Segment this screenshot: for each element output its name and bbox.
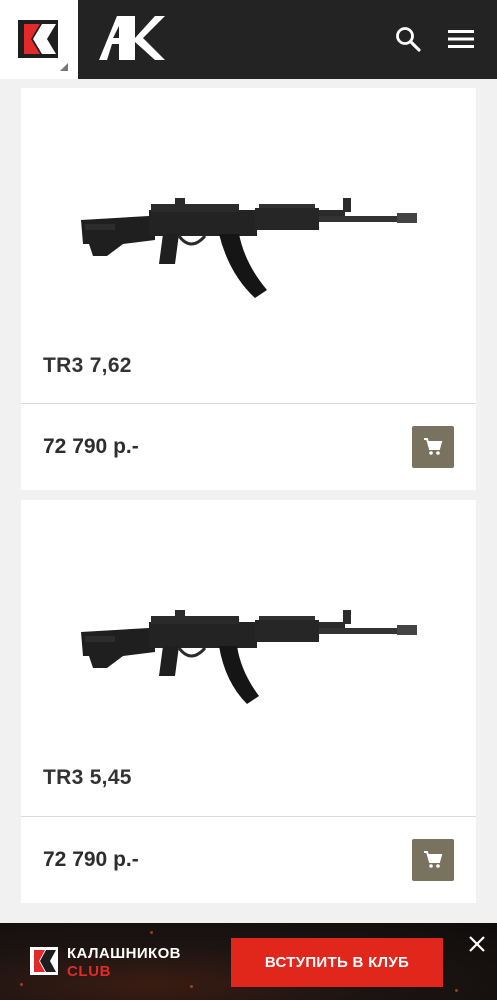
join-club-button[interactable]: ВСТУПИТЬ В КЛУБ bbox=[231, 938, 443, 987]
ak-brand-logo[interactable] bbox=[97, 14, 167, 64]
club-promo-banner: КАЛАШНИКОВ CLUB ВСТУПИТЬ В КЛУБ bbox=[0, 923, 497, 1000]
product-image[interactable] bbox=[21, 88, 476, 338]
top-header bbox=[0, 0, 497, 79]
card-divider bbox=[21, 816, 476, 817]
product-price: 72 790 р.- bbox=[43, 435, 139, 458]
search-icon bbox=[396, 27, 421, 52]
menu-icon bbox=[448, 30, 474, 48]
kalashnikov-club-logo-icon bbox=[30, 947, 58, 975]
menu-button[interactable] bbox=[444, 22, 478, 56]
club-subtitle: CLUB bbox=[67, 963, 112, 980]
kalashnikov-k-logo bbox=[18, 20, 58, 58]
dropdown-corner-icon bbox=[60, 63, 68, 71]
cart-icon bbox=[424, 851, 443, 868]
close-banner-button[interactable] bbox=[466, 933, 488, 955]
cart-icon bbox=[424, 438, 443, 455]
decorative-spark bbox=[190, 985, 193, 988]
card-divider bbox=[21, 403, 476, 404]
search-button[interactable] bbox=[391, 22, 425, 56]
kalashnikov-logo-button[interactable] bbox=[0, 0, 78, 79]
product-card[interactable]: TR3 7,62 72 790 р.- bbox=[21, 88, 476, 490]
decorative-spark bbox=[20, 983, 23, 986]
close-icon bbox=[469, 936, 485, 952]
product-name[interactable]: TR3 7,62 bbox=[43, 354, 132, 378]
rifle-image bbox=[81, 610, 417, 704]
add-to-cart-button[interactable] bbox=[412, 426, 454, 468]
product-price: 72 790 р.- bbox=[43, 848, 139, 871]
product-card[interactable]: TR3 5,45 72 790 р.- bbox=[21, 500, 476, 903]
decorative-spark bbox=[150, 931, 153, 934]
rifle-image bbox=[81, 198, 417, 298]
decorative-spark bbox=[455, 989, 458, 992]
product-image[interactable] bbox=[21, 500, 476, 750]
club-title: КАЛАШНИКОВ bbox=[67, 945, 181, 962]
product-name[interactable]: TR3 5,45 bbox=[43, 766, 132, 790]
add-to-cart-button[interactable] bbox=[412, 839, 454, 881]
